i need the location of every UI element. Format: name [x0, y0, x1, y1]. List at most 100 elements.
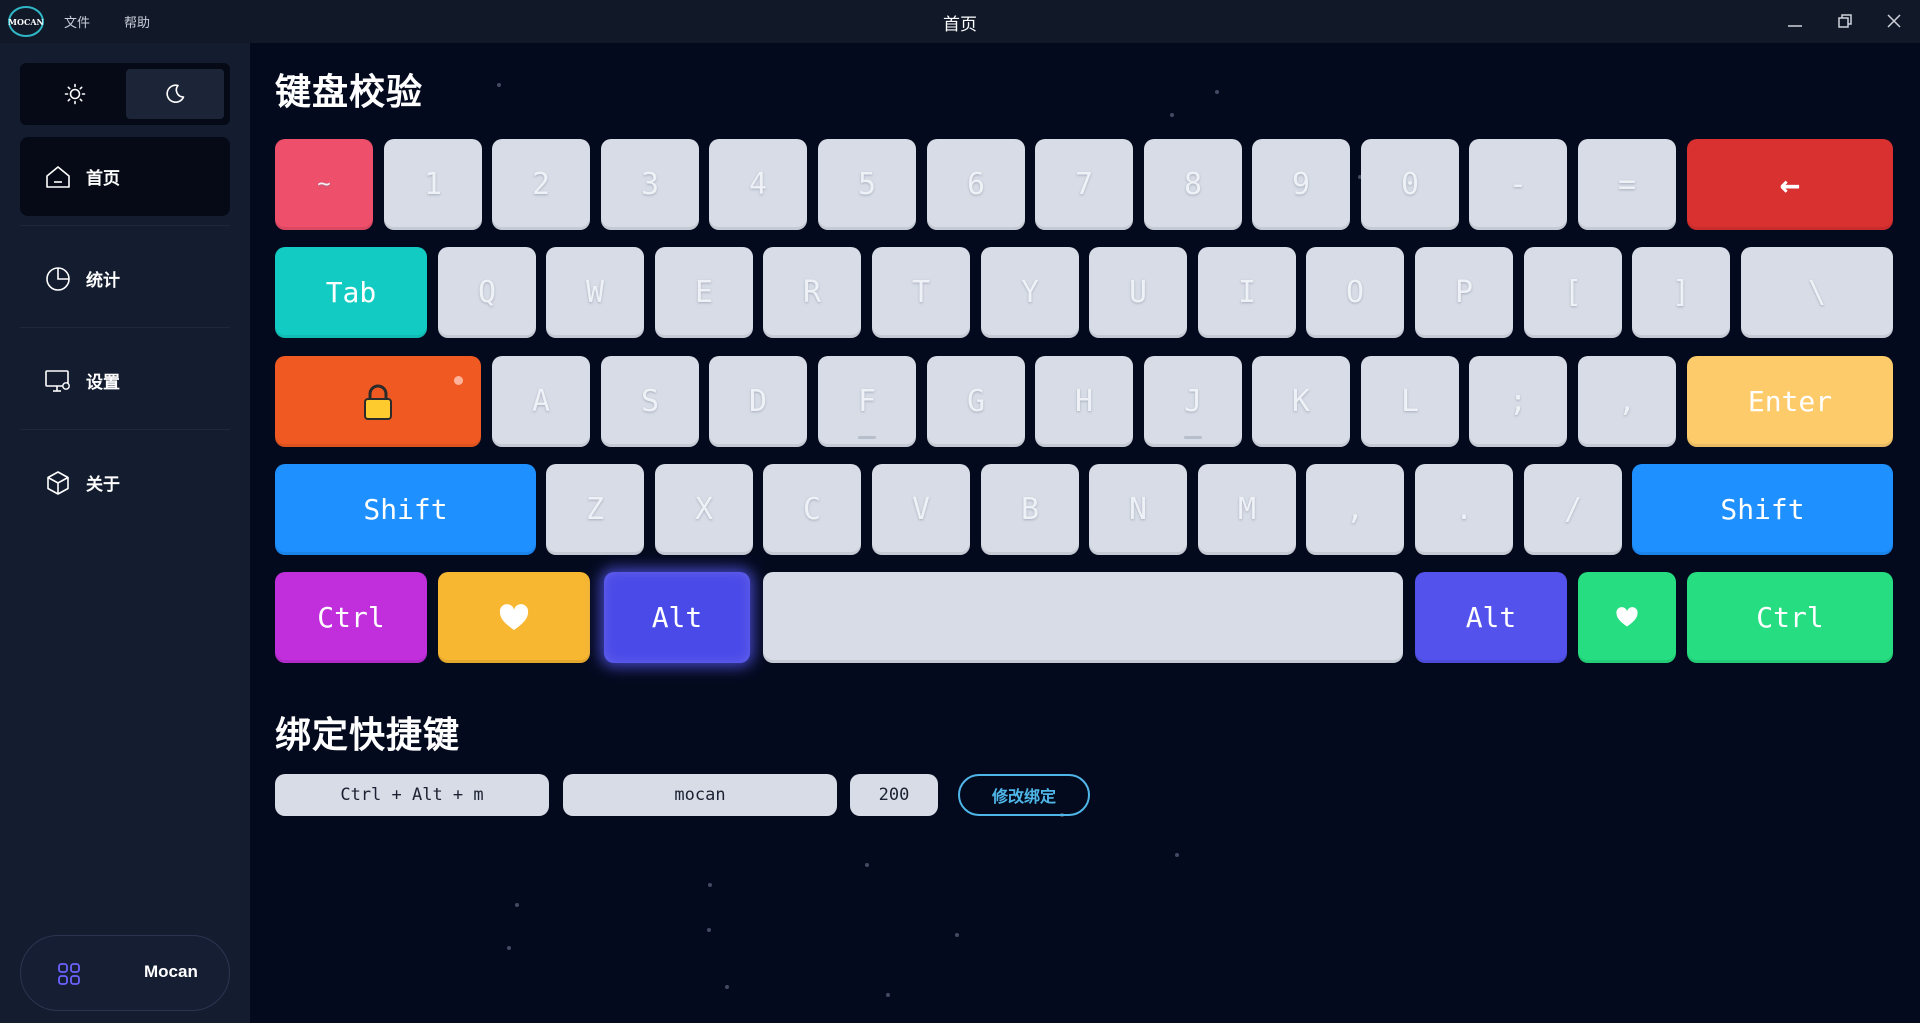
key-q[interactable]: Q	[438, 247, 536, 338]
key-m[interactable]: M	[1198, 464, 1296, 555]
key-slash[interactable]: /	[1524, 464, 1622, 555]
key-fn-right[interactable]	[1578, 572, 1676, 663]
main-content: 键盘校验 ~ 1 2 3 4 5 6 7 8 9 0 - = ← Tab Q W…	[250, 43, 1920, 1023]
sidebar-item-home[interactable]: 首页	[20, 137, 230, 216]
key-equals[interactable]: =	[1578, 139, 1676, 230]
key-y[interactable]: Y	[981, 247, 1079, 338]
key-z[interactable]: Z	[546, 464, 644, 555]
key-backslash[interactable]: \	[1741, 247, 1893, 338]
key-minus[interactable]: -	[1469, 139, 1567, 230]
key-alt-right[interactable]: Alt	[1415, 572, 1567, 663]
user-card[interactable]: Mocan	[20, 935, 230, 1011]
close-button[interactable]	[1878, 6, 1910, 36]
key-f[interactable]: F	[818, 356, 916, 447]
monitor-settings-icon	[45, 369, 70, 392]
key-n[interactable]: N	[1089, 464, 1187, 555]
key-j[interactable]: J	[1144, 356, 1242, 447]
capslock-indicator	[454, 376, 463, 385]
key-d[interactable]: D	[709, 356, 807, 447]
key-o[interactable]: O	[1306, 247, 1404, 338]
key-shift-left[interactable]: Shift	[275, 464, 536, 555]
key-8[interactable]: 8	[1144, 139, 1242, 230]
shortcut-keys-field[interactable]: Ctrl + Alt + m	[275, 774, 549, 816]
key-s[interactable]: S	[601, 356, 699, 447]
light-theme-button[interactable]	[26, 69, 124, 119]
key-j-label: J	[1183, 384, 1203, 419]
key-k[interactable]: K	[1252, 356, 1350, 447]
key-4[interactable]: 4	[709, 139, 807, 230]
key-v[interactable]: V	[872, 464, 970, 555]
key-quote[interactable]: ,	[1578, 356, 1676, 447]
key-3[interactable]: 3	[601, 139, 699, 230]
key-comma[interactable]: ,	[1306, 464, 1404, 555]
key-t[interactable]: T	[872, 247, 970, 338]
key-ctrl-left[interactable]: Ctrl	[275, 572, 427, 663]
key-alt-left[interactable]: Alt	[604, 572, 750, 663]
restore-button[interactable]	[1829, 6, 1861, 36]
heart-icon	[499, 603, 529, 630]
nav-divider	[20, 225, 230, 226]
key-x[interactable]: X	[655, 464, 753, 555]
background-star	[497, 83, 501, 87]
key-c[interactable]: C	[763, 464, 861, 555]
key-p[interactable]: P	[1415, 247, 1513, 338]
key-period[interactable]: .	[1415, 464, 1513, 555]
dark-theme-button[interactable]	[126, 69, 224, 119]
key-space[interactable]	[763, 572, 1403, 663]
key-ctrl-right[interactable]: Ctrl	[1687, 572, 1893, 663]
key-b[interactable]: B	[981, 464, 1079, 555]
key-tab[interactable]: Tab	[275, 247, 427, 338]
key-shift-right[interactable]: Shift	[1632, 464, 1893, 555]
sidebar-item-stats[interactable]: 统计	[20, 239, 230, 318]
background-star	[515, 903, 519, 907]
key-u[interactable]: U	[1089, 247, 1187, 338]
key-a[interactable]: A	[492, 356, 590, 447]
key-2[interactable]: 2	[492, 139, 590, 230]
key-0[interactable]: 0	[1361, 139, 1459, 230]
key-5[interactable]: 5	[818, 139, 916, 230]
app-logo: MOCAN	[8, 6, 44, 37]
restore-icon	[1838, 14, 1852, 28]
sidebar-item-about[interactable]: 关于	[20, 443, 230, 522]
cube-icon	[47, 470, 69, 495]
pie-chart-icon	[46, 266, 70, 291]
background-star	[725, 985, 729, 989]
heart-icon	[1616, 607, 1638, 627]
shortcut-name-field[interactable]: mocan	[563, 774, 837, 816]
key-tilde[interactable]: ~	[275, 139, 373, 230]
key-right-bracket[interactable]: ]	[1632, 247, 1730, 338]
background-star	[886, 993, 890, 997]
sun-icon	[64, 83, 86, 105]
key-semicolon[interactable]: ;	[1469, 356, 1567, 447]
key-1[interactable]: 1	[384, 139, 482, 230]
key-left-bracket[interactable]: [	[1524, 247, 1622, 338]
key-e[interactable]: E	[655, 247, 753, 338]
key-6[interactable]: 6	[927, 139, 1025, 230]
menu-file[interactable]: 文件	[64, 12, 90, 31]
key-fn-left[interactable]	[438, 572, 590, 663]
key-backspace[interactable]: ←	[1687, 139, 1893, 230]
key-r[interactable]: R	[763, 247, 861, 338]
background-star	[955, 933, 959, 937]
key-9[interactable]: 9	[1252, 139, 1350, 230]
modify-binding-button[interactable]: 修改绑定	[958, 774, 1090, 816]
key-enter[interactable]: Enter	[1687, 356, 1893, 447]
key-w[interactable]: W	[546, 247, 644, 338]
key-h[interactable]: H	[1035, 356, 1133, 447]
key-f-label: F	[857, 384, 877, 419]
keyboard-section-title: 键盘校验	[275, 72, 424, 113]
key-capslock[interactable]	[275, 356, 481, 447]
key-g[interactable]: G	[927, 356, 1025, 447]
shortcut-value-field[interactable]: 200	[850, 774, 938, 816]
sidebar-item-settings[interactable]: 设置	[20, 341, 230, 420]
key-l[interactable]: L	[1361, 356, 1459, 447]
key-i[interactable]: I	[1198, 247, 1296, 338]
theme-toggle	[20, 63, 230, 125]
sidebar-item-label: 首页	[86, 169, 120, 189]
menu-help[interactable]: 帮助	[124, 12, 150, 31]
moon-icon	[166, 84, 185, 103]
key-7[interactable]: 7	[1035, 139, 1133, 230]
minimize-button[interactable]	[1779, 6, 1811, 36]
background-star	[1215, 90, 1219, 94]
home-icon	[46, 165, 70, 188]
